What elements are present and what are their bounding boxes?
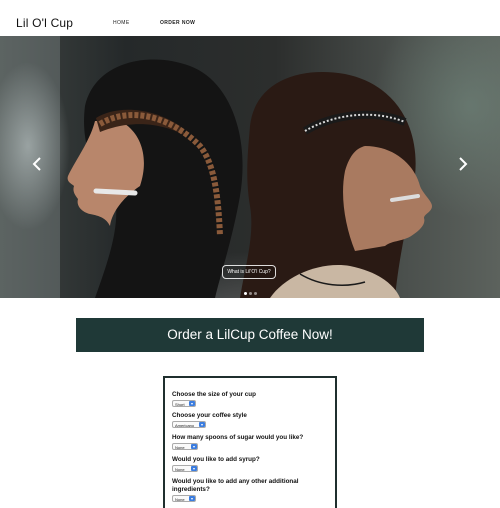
- size-select-value: Short: [175, 402, 185, 407]
- chevron-down-icon: ▾: [191, 444, 197, 449]
- carousel-prev-arrow[interactable]: [30, 154, 44, 174]
- syrup-select[interactable]: None ▾: [172, 465, 198, 472]
- carousel-dot-1[interactable]: [244, 292, 247, 295]
- sugar-question-label: How many spoons of sugar would you like?: [172, 434, 304, 441]
- chevron-left-icon: [32, 157, 41, 171]
- chevron-down-icon: ▾: [189, 496, 195, 501]
- syrup-question-label: Would you like to add syrup?: [172, 456, 260, 463]
- chevron-down-icon: ▾: [189, 401, 195, 406]
- chevron-down-icon: ▾: [199, 422, 205, 427]
- nav-home-link[interactable]: HOME: [113, 20, 130, 26]
- size-question-label: Choose the size of your cup: [172, 391, 256, 398]
- style-select-value: Americano: [175, 423, 195, 428]
- order-form: Choose the size of your cup Short ▾ Choo…: [163, 376, 337, 508]
- carousel-dots: [244, 282, 259, 298]
- chevron-right-icon: [459, 157, 468, 171]
- hero-carousel: What is Lil'O'l Cup?: [0, 36, 500, 298]
- extra-select[interactable]: None ▾: [172, 495, 196, 502]
- style-select[interactable]: Americano ▾: [172, 421, 206, 428]
- chevron-down-icon: ▾: [191, 466, 197, 471]
- size-select[interactable]: Short ▾: [172, 400, 196, 407]
- carousel-dot-3[interactable]: [254, 292, 257, 295]
- nav-order-link[interactable]: ORDER NOW: [160, 20, 195, 26]
- about-caption-button[interactable]: What is Lil'O'l Cup?: [222, 265, 276, 279]
- brand-logo[interactable]: Lil O'l Cup: [16, 16, 73, 30]
- sugar-select[interactable]: None ▾: [172, 443, 198, 450]
- sugar-select-value: None: [175, 445, 185, 450]
- carousel-dot-2[interactable]: [249, 292, 252, 295]
- site-header: Lil O'l Cup HOME ORDER NOW: [0, 0, 500, 36]
- syrup-select-value: None: [175, 467, 185, 472]
- carousel-next-arrow[interactable]: [456, 154, 470, 174]
- hero-photo: [0, 36, 432, 298]
- style-question-label: Choose your coffee style: [172, 412, 247, 419]
- extra-question-label: Would you like to add any other addition…: [172, 478, 299, 493]
- order-now-button[interactable]: Order a LilCup Coffee Now!: [76, 318, 424, 352]
